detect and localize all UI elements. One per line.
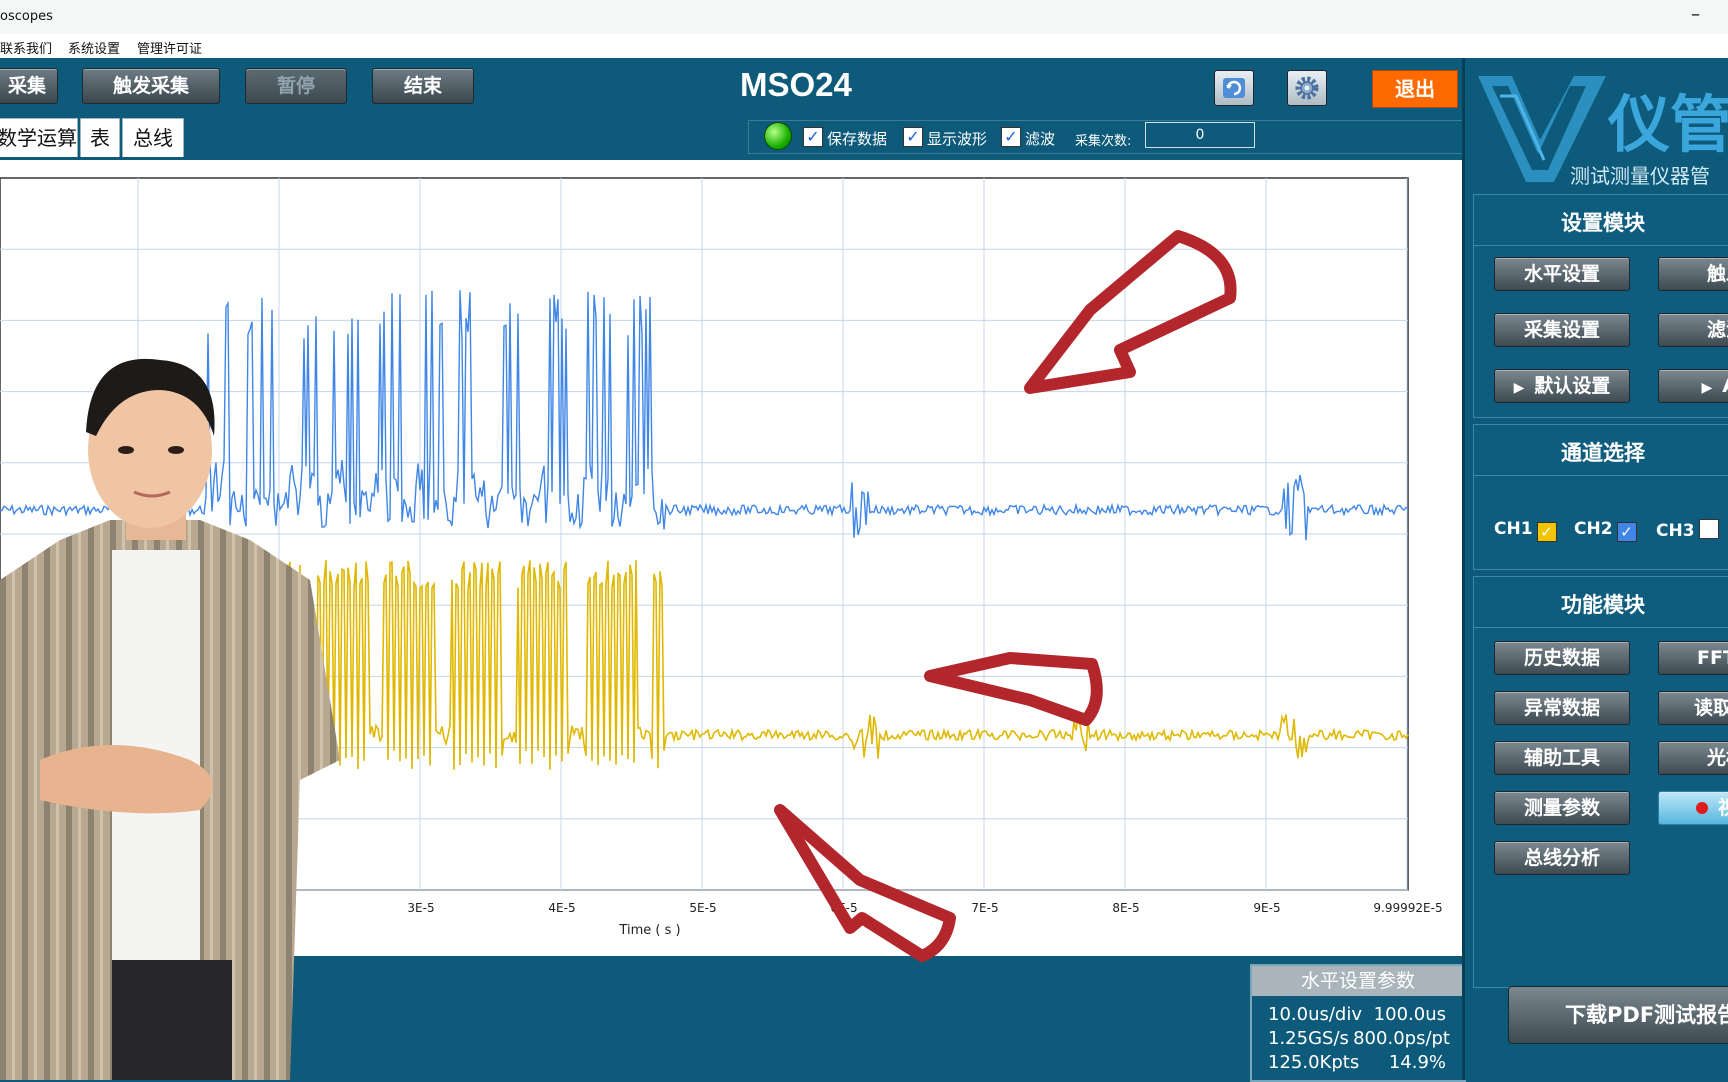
filter-settings-button[interactable]: 滤波 bbox=[1658, 313, 1728, 347]
abnormal-data-button[interactable]: 异常数据 bbox=[1494, 691, 1630, 725]
window-title: oscopes bbox=[0, 9, 53, 24]
count-label: 采集次数: bbox=[1075, 134, 1132, 149]
x-tick-label: 6E-5 bbox=[830, 901, 857, 915]
save-data-checkbox[interactable]: ✓ bbox=[803, 127, 823, 147]
hparam-sample-rate: 1.25GS/s bbox=[1268, 1028, 1349, 1049]
filter-label: 滤波 bbox=[1025, 130, 1056, 148]
ch2-toggle[interactable]: CH2 ✓ bbox=[1574, 519, 1637, 542]
settings-title: 设置模块 bbox=[1561, 211, 1645, 235]
channel-title: 通道选择 bbox=[1561, 441, 1645, 465]
filter-checkbox[interactable]: ✓ bbox=[1001, 127, 1021, 147]
presenter-image bbox=[0, 358, 340, 1080]
x-tick-label: 7E-5 bbox=[971, 901, 998, 915]
refresh-button[interactable] bbox=[1214, 70, 1254, 106]
count-input[interactable]: 0 bbox=[1145, 122, 1255, 148]
aux-tools-button[interactable]: 辅助工具 bbox=[1494, 741, 1630, 775]
ch2-checkbox[interactable]: ✓ bbox=[1616, 522, 1637, 542]
x-axis-ticks: 2E-53E-54E-55E-56E-57E-58E-59E-59.99992E… bbox=[266, 901, 1442, 915]
hparam-points: 125.0Kpts bbox=[1268, 1052, 1360, 1073]
tab-bus[interactable]: 总线 bbox=[122, 118, 184, 157]
function-title: 功能模块 bbox=[1561, 593, 1645, 617]
ch2-label: CH2 bbox=[1574, 519, 1613, 539]
save-data-label: 保存数据 bbox=[827, 130, 888, 148]
horizontal-settings-button[interactable]: 水平设置 bbox=[1494, 257, 1630, 291]
brand-logo: 仪管 测试测量仪器管 bbox=[1478, 70, 1728, 190]
menu-bar: 联系我们 系统设置 管理许可证 bbox=[0, 34, 1728, 59]
video-button-label: 视频 bbox=[1717, 797, 1728, 819]
history-data-button[interactable]: 历史数据 bbox=[1494, 641, 1630, 675]
read-save-button[interactable]: 读取/保 bbox=[1658, 691, 1728, 725]
tab-row: 数学运算 表 总线 ✓ 保存数据 ✓ 显示波形 ✓ 滤波 采集次数: 0 bbox=[0, 118, 1464, 158]
hparam-timebase: 10.0us/div bbox=[1268, 1004, 1363, 1025]
record-icon bbox=[1695, 802, 1708, 814]
ch3-checkbox[interactable] bbox=[1698, 519, 1719, 539]
options-bar: ✓ 保存数据 ✓ 显示波形 ✓ 滤波 采集次数: bbox=[748, 120, 1464, 154]
tab-table[interactable]: 表 bbox=[80, 118, 120, 157]
title-bar: oscopes – bbox=[0, 0, 1728, 34]
settings-button[interactable] bbox=[1287, 70, 1327, 106]
measure-params-button[interactable]: 测量参数 bbox=[1494, 791, 1630, 825]
tab-math[interactable]: 数学运算 bbox=[0, 118, 78, 157]
x-tick-label: 9.99992E-5 bbox=[1373, 901, 1442, 915]
x-tick-label: 3E-5 bbox=[407, 901, 434, 915]
acquire-button[interactable]: 采集 bbox=[0, 68, 58, 104]
trigger-acquire-button[interactable]: 触发采集 bbox=[82, 68, 220, 104]
hparams-title: 水平设置参数 bbox=[1252, 966, 1464, 996]
status-led bbox=[764, 122, 792, 150]
horizontal-params-panel: 水平设置参数 10.0us/div 100.0us 1.25GS/s 800.0… bbox=[1250, 964, 1466, 1082]
x-axis-title: Time ( s ) bbox=[618, 923, 680, 938]
gear-icon bbox=[1295, 76, 1319, 100]
ch1-toggle[interactable]: CH1 ✓ bbox=[1494, 519, 1557, 542]
function-section: 功能模块 历史数据 FFT分 异常数据 读取/保 辅助工具 光标 测量参数 视频… bbox=[1473, 576, 1728, 988]
bus-analysis-button[interactable]: 总线分析 bbox=[1494, 841, 1630, 875]
ch3-label: CH3 bbox=[1656, 521, 1695, 541]
ch3-toggle[interactable]: CH3 bbox=[1656, 519, 1719, 541]
menu-system-settings[interactable]: 系统设置 bbox=[68, 38, 120, 57]
stop-button[interactable]: 结束 bbox=[372, 68, 474, 104]
menu-contact[interactable]: 联系我们 bbox=[0, 38, 52, 57]
logo-subtitle: 测试测量仪器管 bbox=[1570, 164, 1710, 188]
side-panel: 设置模块 水平设置 触发 采集设置 滤波 默认设置 Au 通道选择 CH1✓ C… bbox=[1462, 58, 1728, 1080]
hparam-span: 100.0us bbox=[1373, 1004, 1446, 1025]
ch1-label: CH1 bbox=[1494, 519, 1533, 539]
fft-button[interactable]: FFT分 bbox=[1658, 641, 1728, 675]
logo-text: 仪管 bbox=[1608, 88, 1728, 161]
menu-license[interactable]: 管理许可证 bbox=[137, 38, 202, 57]
show-wave-label: 显示波形 bbox=[927, 130, 988, 148]
trigger-settings-button[interactable]: 触发 bbox=[1658, 257, 1728, 291]
pause-button[interactable]: 暂停 bbox=[245, 68, 347, 104]
show-wave-checkbox[interactable]: ✓ bbox=[903, 127, 923, 147]
toolbar: 采集 触发采集 暂停 结束 MSO24 退出 bbox=[0, 58, 1462, 118]
settings-section: 设置模块 水平设置 触发 采集设置 滤波 默认设置 Au bbox=[1473, 194, 1728, 418]
download-pdf-report-button[interactable]: 下载PDF测试报告 bbox=[1508, 986, 1728, 1044]
cursor-button[interactable]: 光标 bbox=[1658, 741, 1728, 775]
x-tick-label: 8E-5 bbox=[1112, 901, 1139, 915]
video-button[interactable]: 视频 bbox=[1658, 791, 1728, 825]
minimize-button[interactable]: – bbox=[1691, 4, 1700, 25]
x-tick-label: 5E-5 bbox=[689, 901, 716, 915]
acquire-settings-button[interactable]: 采集设置 bbox=[1494, 313, 1630, 347]
refresh-icon bbox=[1223, 78, 1245, 98]
exit-button[interactable]: 退出 bbox=[1372, 70, 1458, 108]
hparam-percent: 14.9% bbox=[1388, 1052, 1446, 1073]
app-title: MSO24 bbox=[740, 66, 852, 103]
auto-button[interactable]: Au bbox=[1658, 369, 1728, 403]
channel-section: 通道选择 CH1 ✓ CH2 ✓ CH3 bbox=[1473, 424, 1728, 570]
x-tick-label: 4E-5 bbox=[548, 901, 575, 915]
x-tick-label: 9E-5 bbox=[1253, 901, 1280, 915]
default-settings-button[interactable]: 默认设置 bbox=[1494, 369, 1630, 403]
hparam-resolution: 800.0ps/pt bbox=[1353, 1028, 1450, 1049]
ch1-checkbox[interactable]: ✓ bbox=[1536, 522, 1557, 542]
